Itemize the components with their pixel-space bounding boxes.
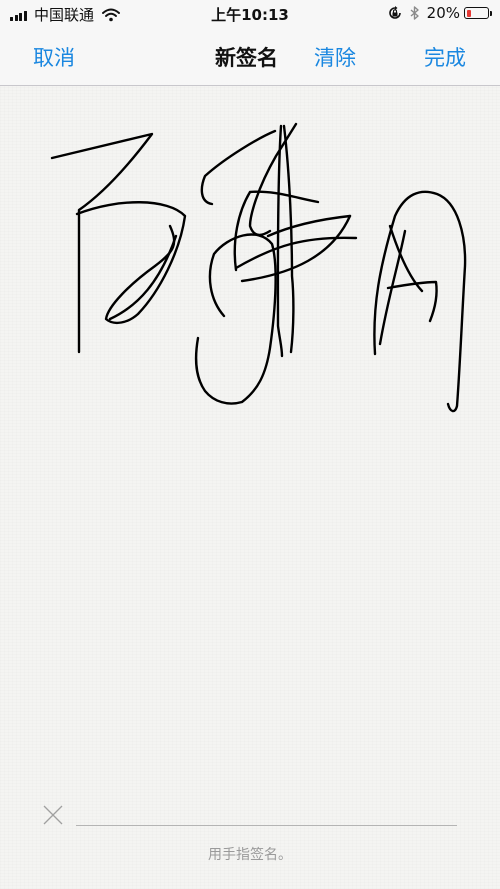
status-right: 20% <box>388 4 492 22</box>
handwritten-signature <box>50 122 467 413</box>
done-button[interactable]: 完成 <box>424 42 466 72</box>
navigation-bar: 取消 新签名 清除 完成 <box>0 28 500 86</box>
clear-button[interactable]: 清除 <box>314 42 356 72</box>
cancel-button[interactable]: 取消 <box>33 42 75 72</box>
battery-percent: 20% <box>426 4 460 22</box>
signature-hint: 用手指签名。 <box>208 847 292 863</box>
battery-fill <box>466 9 471 17</box>
status-bar: 中国联通 上午10:13 20% <box>0 0 500 28</box>
close-icon[interactable] <box>42 804 64 826</box>
signature-line <box>76 825 457 826</box>
battery-icon <box>464 7 489 19</box>
bluetooth-icon <box>410 6 419 20</box>
battery-cap <box>490 10 492 16</box>
signature-canvas[interactable]: 用手指签名。 <box>0 86 500 889</box>
page-title: 新签名 <box>215 46 278 70</box>
orientation-lock-icon <box>388 6 402 20</box>
